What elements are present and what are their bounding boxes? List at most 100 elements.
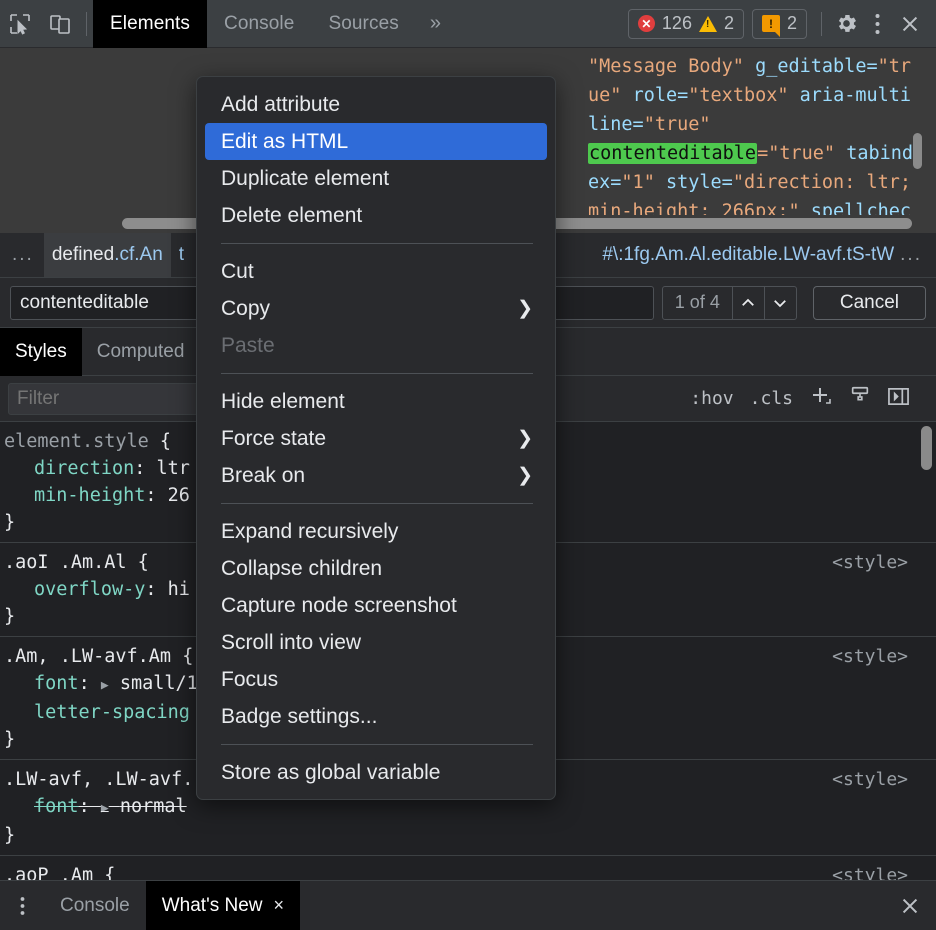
rule-open-brace: {	[171, 646, 193, 667]
menu-item-copy[interactable]: Copy❯	[197, 290, 555, 327]
declaration-value[interactable]: : 26	[145, 485, 190, 506]
dom-vertical-scrollbar[interactable]	[913, 133, 922, 169]
rule-close-brace: }	[4, 825, 15, 846]
toolbar-divider	[86, 12, 87, 36]
issue-count: 2	[787, 13, 797, 34]
drawer-tab-whats-new[interactable]: What's New ×	[146, 881, 300, 930]
declaration-value[interactable]: : hi	[145, 579, 190, 600]
menu-item-label: Paste	[221, 334, 275, 358]
rule-open-brace: {	[93, 865, 115, 880]
close-icon[interactable]	[890, 6, 930, 42]
menu-item-add-attribute[interactable]: Add attribute	[197, 86, 555, 123]
menu-item-expand-recursively[interactable]: Expand recursively	[197, 513, 555, 550]
drawer-tab-close-icon[interactable]: ×	[273, 895, 284, 916]
declaration-property[interactable]: letter-spacing	[4, 699, 190, 726]
error-icon: ✕	[638, 15, 655, 32]
cls-button[interactable]: .cls	[750, 388, 793, 409]
rule-close-brace: }	[4, 606, 15, 627]
hov-button[interactable]: :hov	[690, 388, 733, 409]
menu-item-focus[interactable]: Focus	[197, 661, 555, 698]
inspect-element-icon[interactable]	[0, 4, 40, 44]
declaration-property[interactable]: min-height	[4, 482, 145, 509]
menu-item-cut[interactable]: Cut	[197, 253, 555, 290]
menu-item-force-state[interactable]: Force state❯	[197, 420, 555, 457]
search-match-count: 1 of 4	[663, 292, 732, 313]
styles-vertical-scrollbar[interactable]	[921, 426, 932, 470]
rule-open-brace: {	[149, 431, 171, 452]
declaration-value[interactable]: : ltr	[134, 458, 190, 479]
menu-item-store-as-global-variable[interactable]: Store as global variable	[197, 754, 555, 791]
rule-selector[interactable]: .aoI .Am.Al	[4, 552, 127, 573]
devtools-toolbar: Elements Console Sources » ✕ 126 2 ! 2	[0, 0, 936, 48]
rule-selector[interactable]: .aoP .Am	[4, 865, 93, 880]
cancel-button[interactable]: Cancel	[813, 286, 926, 320]
style-rule[interactable]: .aoP .Am { outline: ▶ none; } <style>	[0, 856, 936, 880]
drawer-more-tools-icon[interactable]	[0, 881, 44, 930]
kebab-menu-icon[interactable]	[864, 6, 890, 42]
style-edits-icon[interactable]	[849, 385, 871, 412]
drawer-tab-console[interactable]: Console	[44, 881, 146, 930]
breadcrumb-item-next[interactable]: t	[171, 244, 192, 266]
breadcrumb-item-selected[interactable]: defined.cf.An	[44, 233, 171, 278]
sidebar-toggle-icon[interactable]	[887, 386, 910, 412]
dom-markup-snippet[interactable]: "Message Body" g_editable="true" role="t…	[588, 48, 918, 233]
error-count: 126	[662, 13, 692, 34]
search-match-group: 1 of 4	[662, 286, 797, 320]
drawer-close-icon[interactable]	[884, 881, 936, 930]
menu-item-label: Store as global variable	[221, 761, 440, 785]
menu-item-break-on[interactable]: Break on❯	[197, 457, 555, 494]
breadcrumb-overflow-icon[interactable]: ...	[0, 244, 44, 266]
rule-origin-link[interactable]: <style>	[832, 549, 908, 576]
warning-icon	[699, 16, 717, 32]
menu-item-scroll-into-view[interactable]: Scroll into view	[197, 624, 555, 661]
menu-item-edit-as-html[interactable]: Edit as HTML	[205, 123, 547, 160]
menu-item-duplicate-element[interactable]: Duplicate element	[197, 160, 555, 197]
tab-styles[interactable]: Styles	[0, 328, 82, 376]
drawer-tab-label: What's New	[162, 895, 263, 917]
menu-item-label: Delete element	[221, 204, 362, 228]
tab-console[interactable]: Console	[207, 0, 311, 48]
expand-arrow-icon[interactable]: ▶	[101, 678, 109, 693]
rule-origin-link[interactable]: <style>	[832, 643, 908, 670]
declaration-value[interactable]: : ▶ normal	[79, 796, 187, 817]
new-style-rule-icon[interactable]	[809, 384, 833, 413]
tab-elements[interactable]: Elements	[93, 0, 207, 48]
menu-item-label: Scroll into view	[221, 631, 361, 655]
error-warning-counts[interactable]: ✕ 126 2	[628, 9, 744, 39]
drawer-tab-label: Console	[60, 895, 130, 917]
declaration-property[interactable]: direction	[4, 455, 134, 482]
tab-computed[interactable]: Computed	[82, 328, 200, 376]
gear-icon[interactable]	[828, 6, 864, 42]
menu-item-label: Badge settings...	[221, 705, 377, 729]
rule-close-brace: }	[4, 729, 15, 750]
rule-selector[interactable]: .Am, .LW-avf.Am	[4, 646, 171, 667]
device-toolbar-icon[interactable]	[40, 4, 80, 44]
declaration-property[interactable]: font	[4, 670, 79, 697]
rule-origin-link[interactable]: <style>	[832, 766, 908, 793]
issues-count-group[interactable]: ! 2	[752, 9, 807, 39]
more-tabs-icon[interactable]: »	[416, 0, 455, 48]
menu-separator	[221, 373, 533, 374]
menu-item-label: Copy	[221, 297, 270, 321]
menu-item-hide-element[interactable]: Hide element	[197, 383, 555, 420]
rule-origin-link[interactable]: <style>	[832, 862, 908, 880]
breadcrumb-item-current[interactable]: #\:1fg.Am.Al.editable.LW-avf.tS-tW	[594, 244, 900, 266]
declaration-property[interactable]: font	[4, 793, 79, 820]
expand-arrow-icon[interactable]: ▶	[101, 801, 109, 816]
menu-separator	[221, 503, 533, 504]
tab-sources[interactable]: Sources	[311, 0, 415, 48]
menu-item-label: Collapse children	[221, 557, 382, 581]
rule-close-brace: }	[4, 512, 15, 533]
menu-item-badge-settings[interactable]: Badge settings...	[197, 698, 555, 735]
search-next-button[interactable]	[764, 287, 796, 319]
context-menu[interactable]: Add attributeEdit as HTMLDuplicate eleme…	[196, 76, 556, 800]
menu-item-capture-node-screenshot[interactable]: Capture node screenshot	[197, 587, 555, 624]
declaration-value[interactable]: : ▶ small/1	[79, 673, 198, 694]
rule-selector[interactable]: element.style	[4, 431, 149, 452]
menu-item-collapse-children[interactable]: Collapse children	[197, 550, 555, 587]
rule-selector[interactable]: .LW-avf, .LW-avf.	[4, 769, 193, 790]
menu-item-delete-element[interactable]: Delete element	[197, 197, 555, 234]
search-prev-button[interactable]	[732, 287, 764, 319]
declaration-property[interactable]: overflow-y	[4, 576, 145, 603]
breadcrumb-more-icon[interactable]: ...	[900, 244, 936, 266]
